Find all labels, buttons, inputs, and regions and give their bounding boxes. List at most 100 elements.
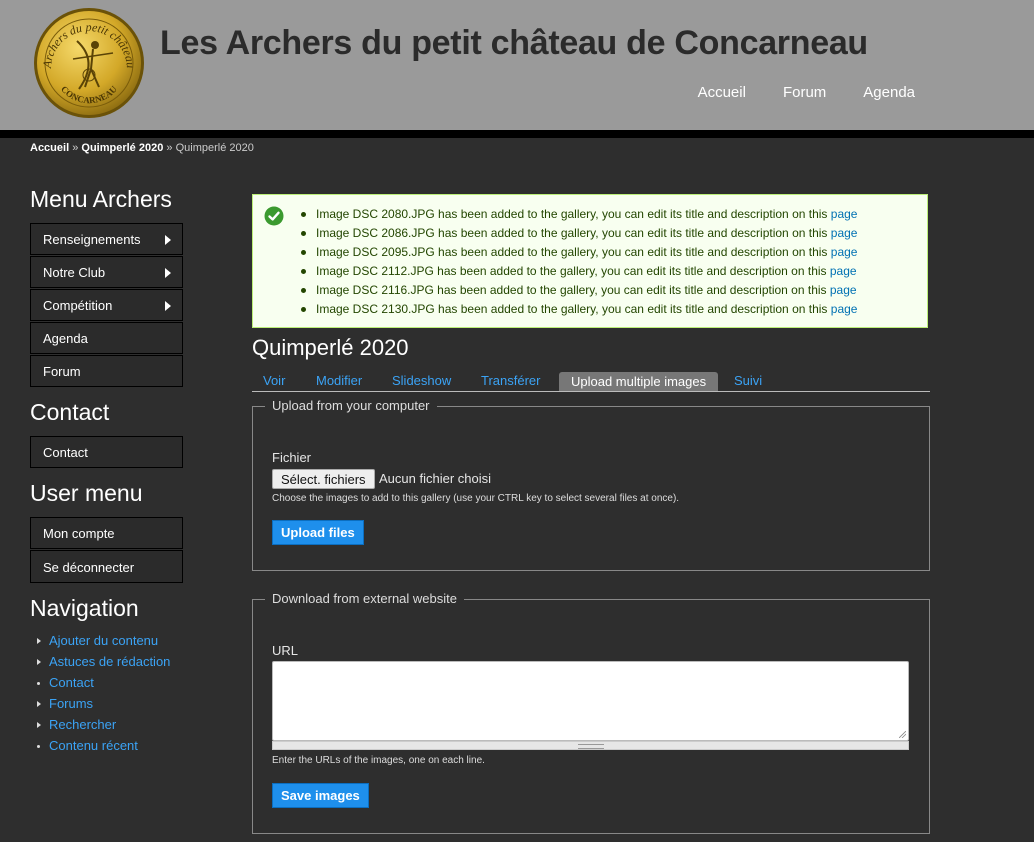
tab-modifier[interactable]: Modifier: [316, 373, 362, 388]
message-item: Image DSC 2130.JPG has been added to the…: [301, 302, 857, 321]
nav-list-item: Contenu récent: [30, 738, 184, 759]
tab-voir[interactable]: Voir: [263, 373, 285, 388]
chevron-right-icon: [165, 301, 171, 311]
breadcrumb-separator: »: [72, 142, 79, 154]
message-item: Image DSC 2112.JPG has been added to the…: [301, 264, 857, 283]
url-textarea[interactable]: [272, 661, 909, 741]
nav-list-item: Astuces de rédaction: [30, 654, 184, 675]
textarea-grippie[interactable]: [272, 741, 909, 750]
user-menu-title: User menu: [30, 480, 143, 506]
sidebar-item-label: Forum: [43, 364, 81, 379]
tab-upload-multiple-images[interactable]: Upload multiple images: [559, 372, 719, 391]
chevron-right-icon: [165, 235, 171, 245]
message-text: Image DSC 2086.JPG has been added to the…: [316, 226, 828, 240]
bullet-dot-icon: [301, 250, 306, 255]
sidebar-item-label: Mon compte: [43, 526, 115, 541]
message-text: Image DSC 2080.JPG has been added to the…: [316, 207, 828, 221]
header-divider: [0, 130, 1034, 138]
bullet-arrow-icon: [37, 638, 41, 644]
link-astuces-redaction[interactable]: Astuces de rédaction: [49, 654, 170, 669]
bullet-dot-icon: [37, 682, 40, 685]
bullet-arrow-icon: [37, 659, 41, 665]
nav-list-item: Rechercher: [30, 717, 184, 738]
nav-accueil[interactable]: Accueil: [698, 84, 746, 101]
sidebar-item-agenda[interactable]: Agenda: [30, 322, 183, 354]
sidebar-item-forum[interactable]: Forum: [30, 355, 183, 387]
site-title[interactable]: Les Archers du petit château de Concarne…: [160, 24, 868, 63]
status-messages: Image DSC 2080.JPG has been added to the…: [252, 194, 928, 328]
tab-transferer[interactable]: Transférer: [481, 373, 540, 388]
bullet-arrow-icon: [37, 701, 41, 707]
breadcrumb: Accueil » Quimperlé 2020 » Quimperlé 202…: [30, 142, 254, 154]
contact-block-title: Contact: [30, 399, 110, 425]
breadcrumb-parent[interactable]: Quimperlé 2020: [81, 142, 163, 154]
tab-suivi[interactable]: Suivi: [734, 373, 762, 388]
message-page-link[interactable]: page: [830, 283, 857, 297]
nav-forum[interactable]: Forum: [783, 84, 826, 101]
message-text: Image DSC 2116.JPG has been added to the…: [316, 283, 827, 297]
page-tabs: Voir Modifier Slideshow Transférer Uploa…: [252, 371, 930, 392]
download-legend: Download from external website: [265, 591, 464, 606]
site-header: Archers du petit château CONCARNEAU Les …: [0, 0, 1034, 130]
sidebar-item-label: Se déconnecter: [43, 560, 135, 575]
download-fieldset: Download from external website URL Enter…: [252, 591, 930, 834]
url-field-label: URL: [272, 643, 299, 658]
bullet-dot-icon: [301, 288, 306, 293]
bullet-dot-icon: [301, 269, 306, 274]
sidebar-item-label: Renseignements: [43, 232, 141, 247]
link-contact[interactable]: Contact: [49, 675, 94, 690]
chevron-right-icon: [165, 268, 171, 278]
message-text: Image DSC 2130.JPG has been added to the…: [316, 302, 828, 316]
sidebar-item-label: Compétition: [43, 298, 113, 313]
sidebar-item-label: Agenda: [43, 331, 88, 346]
bullet-dot-icon: [301, 307, 306, 312]
sidebar-item-renseignements[interactable]: Renseignements: [30, 223, 183, 255]
upload-fieldset: Upload from your computer Fichier Sélect…: [252, 398, 930, 571]
nav-agenda[interactable]: Agenda: [863, 84, 915, 101]
message-page-link[interactable]: page: [831, 245, 858, 259]
save-images-button[interactable]: Save images: [272, 783, 369, 808]
sidebar-item-notre-club[interactable]: Notre Club: [30, 256, 183, 288]
club-logo[interactable]: Archers du petit château CONCARNEAU: [33, 7, 145, 119]
message-text: Image DSC 2112.JPG has been added to the…: [316, 264, 827, 278]
link-forums[interactable]: Forums: [49, 696, 93, 711]
breadcrumb-current: Quimperlé 2020: [175, 142, 254, 154]
file-status-text: Aucun fichier choisi: [379, 471, 491, 486]
sidebar: Menu Archers Renseignements Notre Club C…: [30, 186, 184, 759]
tab-slideshow[interactable]: Slideshow: [392, 373, 451, 388]
link-rechercher[interactable]: Rechercher: [49, 717, 116, 732]
message-item: Image DSC 2095.JPG has been added to the…: [301, 245, 857, 264]
check-circle-icon: [264, 206, 284, 226]
bullet-dot-icon: [301, 231, 306, 236]
bullet-dot-icon: [37, 745, 40, 748]
message-text: Image DSC 2095.JPG has been added to the…: [316, 245, 828, 259]
sidebar-item-contact[interactable]: Contact: [30, 436, 183, 468]
message-page-link[interactable]: page: [831, 207, 858, 221]
main-navigation: Accueil Forum Agenda: [661, 84, 915, 101]
sidebar-item-competition[interactable]: Compétition: [30, 289, 183, 321]
navigation-title: Navigation: [30, 595, 139, 621]
message-item: Image DSC 2080.JPG has been added to the…: [301, 207, 857, 226]
upload-files-button[interactable]: Upload files: [272, 520, 364, 545]
message-page-link[interactable]: page: [831, 226, 858, 240]
link-ajouter-contenu[interactable]: Ajouter du contenu: [49, 633, 158, 648]
url-description: Enter the URLs of the images, one on eac…: [272, 755, 485, 766]
resize-handle-icon[interactable]: [899, 731, 906, 738]
nav-list-item: Ajouter du contenu: [30, 633, 184, 654]
breadcrumb-home[interactable]: Accueil: [30, 142, 69, 154]
sidebar-item-mon-compte[interactable]: Mon compte: [30, 517, 183, 549]
bullet-arrow-icon: [37, 722, 41, 728]
upload-legend: Upload from your computer: [265, 398, 437, 413]
message-list: Image DSC 2080.JPG has been added to the…: [301, 207, 857, 321]
upload-description: Choose the images to add to this gallery…: [272, 493, 680, 504]
bullet-dot-icon: [301, 212, 306, 217]
message-item: Image DSC 2086.JPG has been added to the…: [301, 226, 857, 245]
link-contenu-recent[interactable]: Contenu récent: [49, 738, 138, 753]
message-page-link[interactable]: page: [830, 264, 857, 278]
sidebar-item-logout[interactable]: Se déconnecter: [30, 550, 183, 583]
nav-list-item: Contact: [30, 675, 184, 696]
message-page-link[interactable]: page: [831, 302, 858, 316]
sidebar-item-label: Contact: [43, 445, 88, 460]
choose-files-button[interactable]: Sélect. fichiers: [272, 469, 375, 489]
menu-archers-title: Menu Archers: [30, 186, 172, 212]
